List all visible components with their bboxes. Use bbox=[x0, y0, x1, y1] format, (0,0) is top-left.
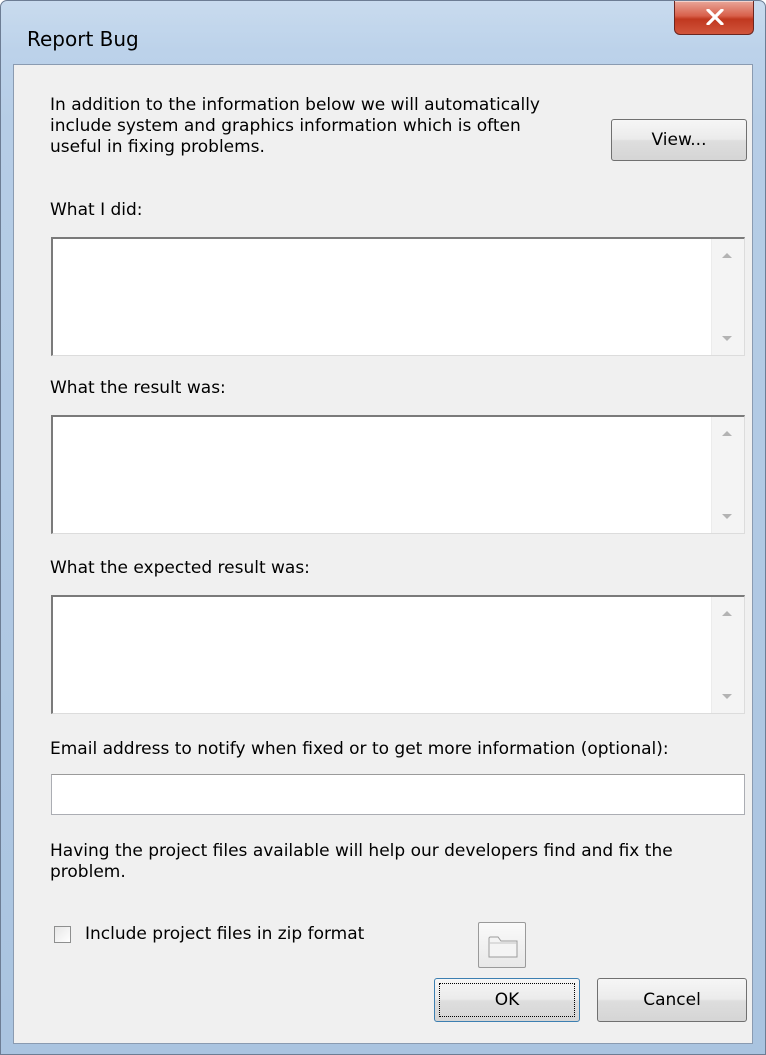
scroll-up-arrow-icon[interactable] bbox=[722, 431, 732, 436]
include-project-files-label[interactable]: Include project files in zip format bbox=[85, 924, 364, 945]
email-field[interactable] bbox=[51, 774, 745, 815]
dialog-body: In addition to the information below we … bbox=[13, 64, 753, 1044]
scroll-up-arrow-icon[interactable] bbox=[722, 253, 732, 258]
scroll-up-arrow-icon[interactable] bbox=[722, 611, 732, 616]
result-label: What the result was: bbox=[50, 378, 226, 398]
project-files-line: Having the project files available will … bbox=[50, 841, 673, 861]
view-button[interactable]: View... bbox=[611, 119, 747, 161]
include-project-files-checkbox[interactable] bbox=[54, 926, 71, 943]
scroll-down-arrow-icon[interactable] bbox=[722, 514, 732, 519]
project-files-text: Having the project files available will … bbox=[50, 841, 673, 883]
browse-folder-button[interactable] bbox=[478, 922, 526, 968]
expected-result-textarea[interactable] bbox=[51, 595, 745, 714]
intro-text: In addition to the information below we … bbox=[50, 95, 540, 158]
vertical-scrollbar[interactable] bbox=[711, 239, 744, 355]
folder-icon bbox=[488, 936, 518, 958]
close-button[interactable] bbox=[674, 1, 754, 35]
scroll-down-arrow-icon[interactable] bbox=[722, 694, 732, 699]
close-icon bbox=[706, 9, 724, 25]
result-textarea[interactable] bbox=[51, 415, 745, 534]
intro-line: useful in fixing problems. bbox=[50, 137, 265, 157]
intro-line: include system and graphics information … bbox=[50, 116, 521, 136]
vertical-scrollbar[interactable] bbox=[711, 417, 744, 533]
scroll-down-arrow-icon[interactable] bbox=[722, 336, 732, 341]
focus-rectangle bbox=[439, 983, 575, 1017]
title-bar[interactable]: Report Bug bbox=[1, 1, 765, 63]
email-label: Email address to notify when fixed or to… bbox=[50, 739, 669, 759]
project-files-line: problem. bbox=[50, 862, 126, 882]
expected-result-label: What the expected result was: bbox=[50, 558, 310, 578]
what-i-did-label: What I did: bbox=[50, 200, 143, 220]
cancel-button[interactable]: Cancel bbox=[597, 978, 747, 1022]
report-bug-dialog: Report Bug In addition to the informatio… bbox=[0, 0, 766, 1055]
intro-line: In addition to the information below we … bbox=[50, 95, 540, 115]
vertical-scrollbar[interactable] bbox=[711, 597, 744, 713]
dialog-title: Report Bug bbox=[27, 27, 139, 51]
what-i-did-textarea[interactable] bbox=[51, 237, 745, 356]
ok-button[interactable]: OK bbox=[434, 978, 580, 1022]
